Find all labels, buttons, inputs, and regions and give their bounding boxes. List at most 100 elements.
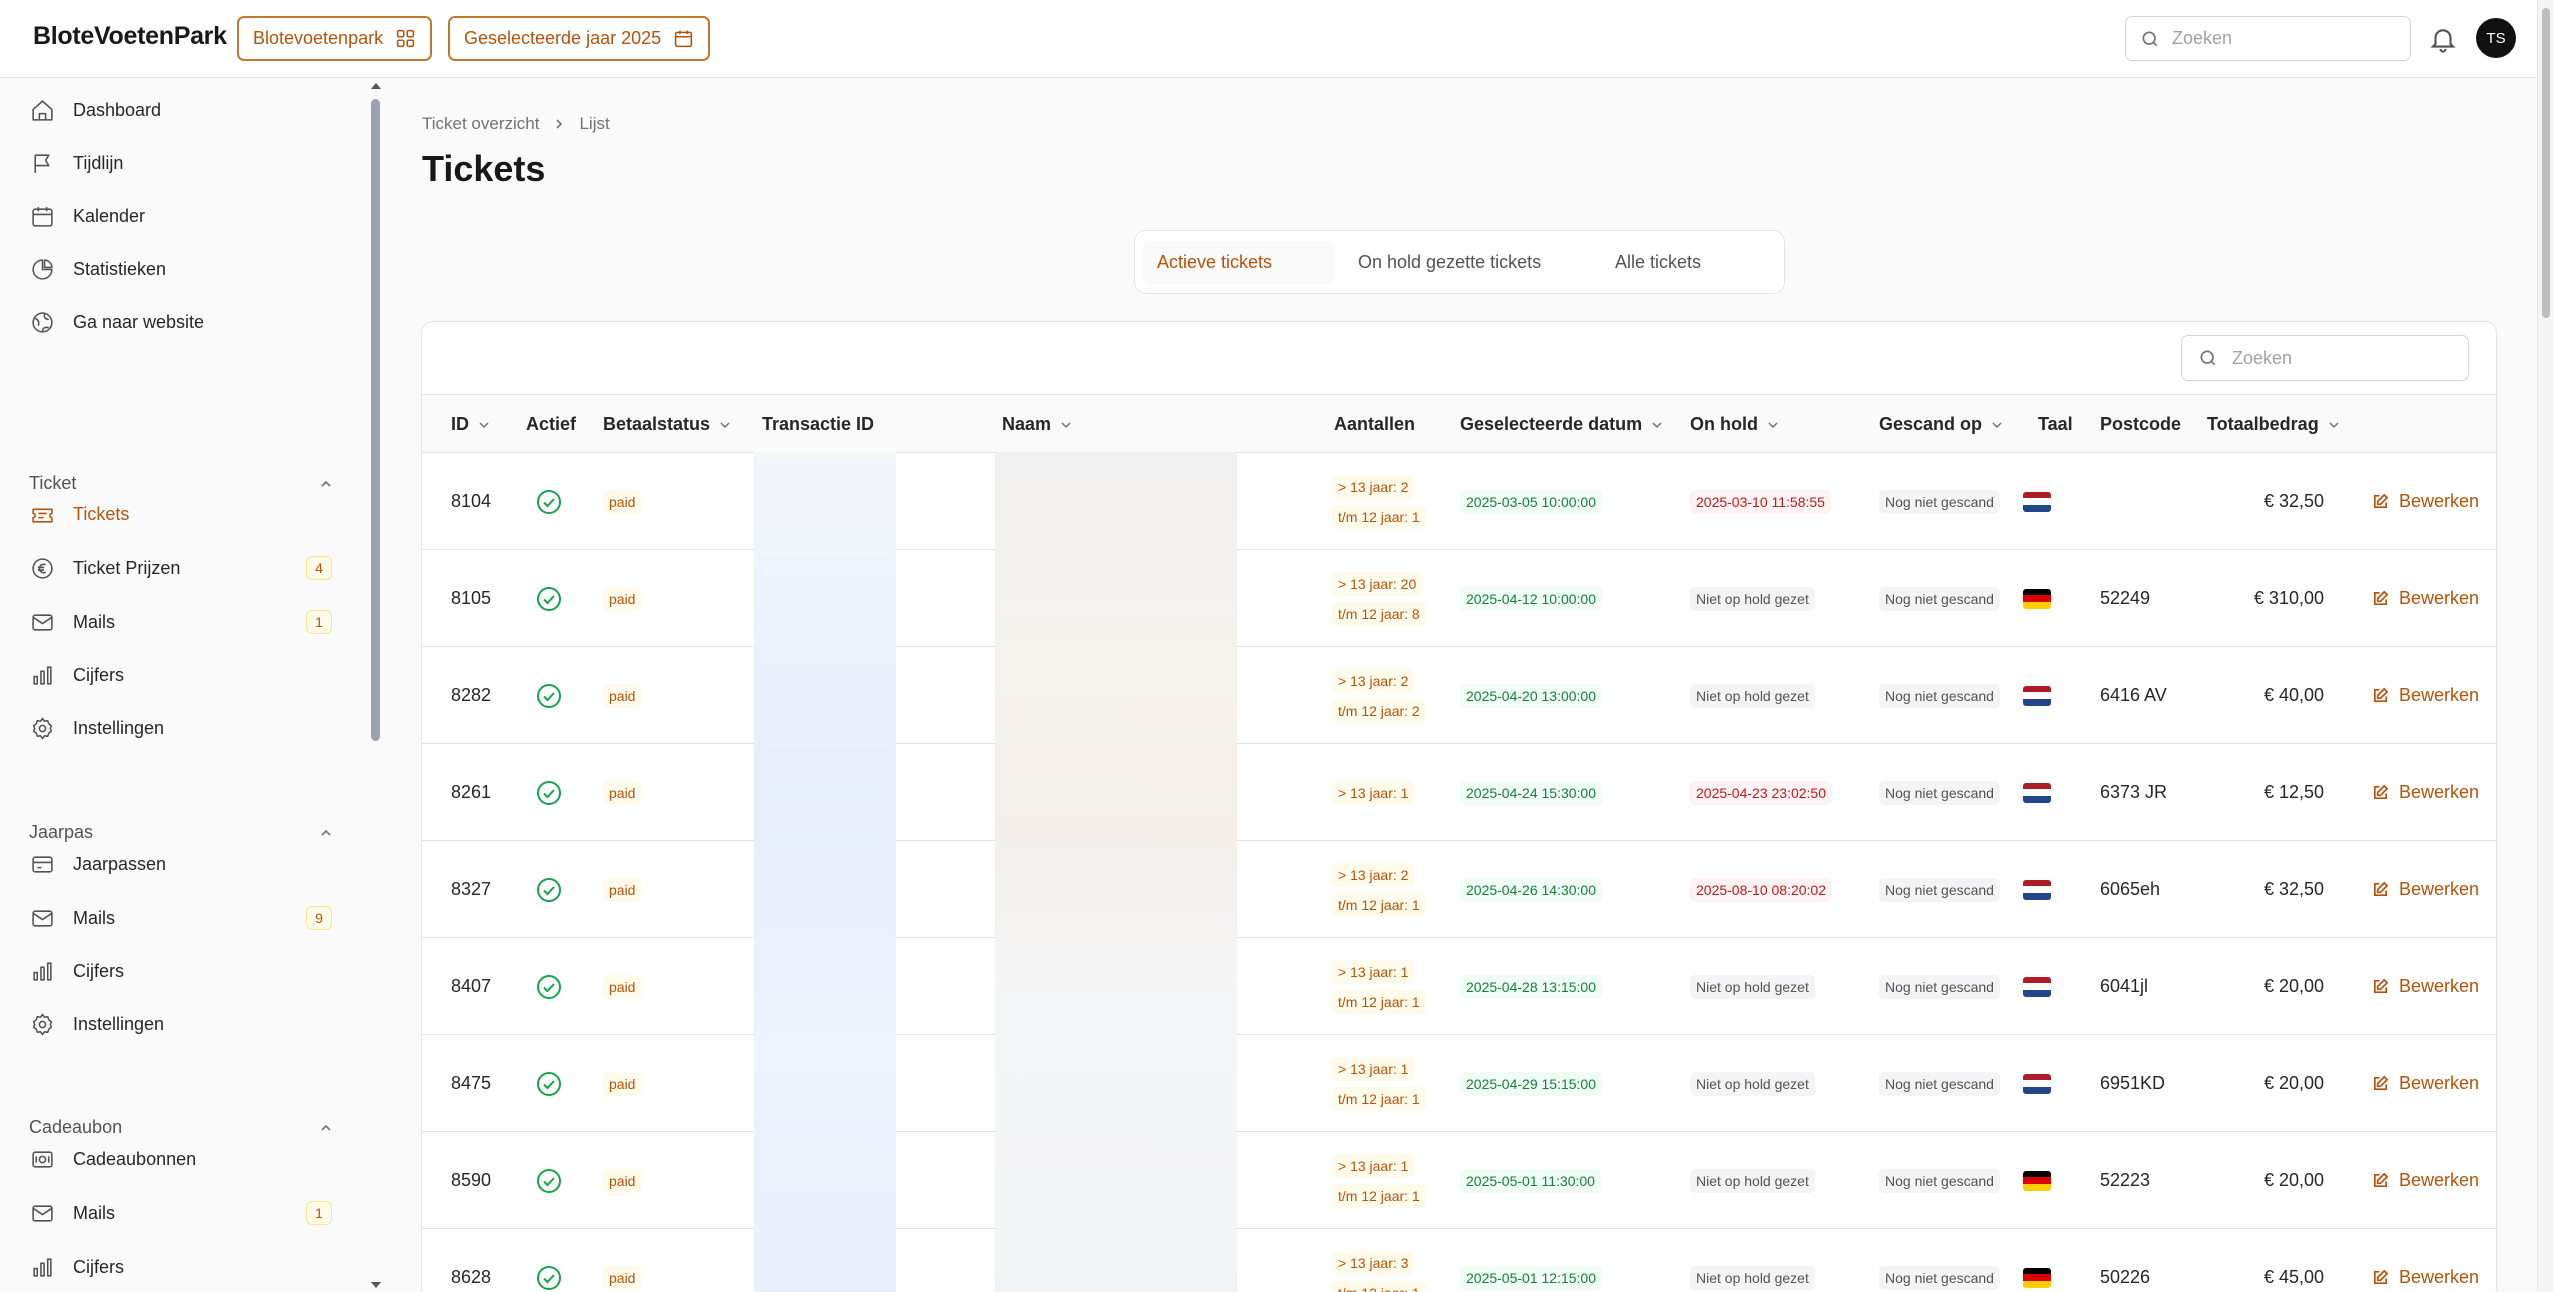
- tab-all-tickets[interactable]: Alle tickets: [1601, 241, 1741, 284]
- sidebar-item-label: Cijfers: [73, 1256, 125, 1277]
- sidebar-item-jaarpas-instellingen[interactable]: Instellingen: [28, 1002, 346, 1046]
- sidebar-item-statistieken[interactable]: Statistieken: [28, 247, 346, 291]
- count-badge: t/m 12 jaar: 1: [1332, 1086, 1426, 1111]
- table-row[interactable]: 8282 paid > 13 jaar: 2 t/m 12 jaar: 2 2025-0…: [422, 647, 2496, 744]
- sidebar-item-jaarpas-mails[interactable]: Mails 9: [28, 896, 346, 940]
- sidebar: Dashboard Tijdlijn Kalender Statistieken Ga …: [0, 79, 370, 1292]
- edit-button[interactable]: Bewerken: [2372, 1229, 2479, 1292]
- sidebar-item-jaarpas-jaarpassen[interactable]: Jaarpassen: [28, 842, 346, 886]
- table-row[interactable]: 8475 paid > 13 jaar: 1 t/m 12 jaar: 1 2025-0…: [422, 1035, 2496, 1132]
- edit-button[interactable]: Bewerken: [2372, 744, 2479, 841]
- sidebar-item-cadeaubon-mails[interactable]: Mails 1: [28, 1191, 346, 1235]
- column-header-gescand-op[interactable]: Gescand op: [1879, 395, 2004, 454]
- sidebar-item-cadeaubon-cijfers[interactable]: Cijfers: [28, 1245, 346, 1289]
- edit-icon: [2373, 1075, 2389, 1091]
- edit-icon: [2373, 784, 2389, 800]
- edit-button[interactable]: Bewerken: [2372, 1132, 2479, 1229]
- tab-on-hold-tickets[interactable]: On hold gezette tickets: [1344, 241, 1592, 284]
- window-scrollbar-thumb[interactable]: [2542, 8, 2550, 318]
- scroll-down-arrow-icon[interactable]: [371, 1282, 381, 1288]
- column-header-label: Betaalstatus: [603, 414, 711, 434]
- column-header-label: Aantallen: [1334, 414, 1416, 434]
- scanned-badge: Nog niet gescand: [1879, 974, 2000, 999]
- edit-button[interactable]: Bewerken: [2372, 841, 2479, 938]
- grid-icon: [396, 29, 415, 48]
- table-row[interactable]: 8105 paid > 13 jaar: 20 t/m 12 jaar: 8 2025-…: [422, 550, 2496, 647]
- count-badge: t/m 12 jaar: 1: [1332, 1280, 1426, 1292]
- table-search-input[interactable]: Zoeken: [2181, 335, 2469, 381]
- active-check-icon: [536, 1229, 562, 1292]
- column-header-geselecteerde-datum[interactable]: Geselecteerde datum: [1460, 395, 1664, 454]
- sidebar-item-cadeaubon-cadeaubonnen[interactable]: Cadeaubonnen: [28, 1137, 346, 1181]
- park-select-button[interactable]: Blotevoetenpark: [237, 16, 433, 61]
- sidebar-item-ticket-cijfers[interactable]: Cijfers: [28, 653, 346, 697]
- table-row[interactable]: 8628 paid > 13 jaar: 3 t/m 12 jaar: 1 2025-0…: [422, 1229, 2496, 1292]
- scroll-up-arrow-icon[interactable]: [371, 83, 381, 89]
- sidebar-section-cadeaubon[interactable]: Cadeaubon: [29, 1117, 334, 1138]
- global-search-input[interactable]: Zoeken: [2125, 16, 2411, 61]
- sidebar-item-label: Tickets: [73, 503, 130, 524]
- ticket-id: 8104: [451, 491, 492, 511]
- column-header-totaalbedrag[interactable]: Totaalbedrag: [2207, 395, 2341, 454]
- bell-icon[interactable]: [2428, 24, 2458, 54]
- sidebar-item-ticket-tickets[interactable]: Tickets: [28, 492, 346, 536]
- search-icon: [2142, 31, 2158, 46]
- on-hold-badge: 2025-08-10 08:20:02: [1690, 877, 1832, 902]
- breadcrumb: Ticket overzicht Lijst: [422, 114, 610, 134]
- breadcrumb-parent[interactable]: Ticket overzicht: [422, 114, 539, 134]
- column-header-label: ID: [451, 414, 469, 434]
- app-logo[interactable]: BloteVoetenPark: [33, 22, 227, 51]
- edit-button[interactable]: Bewerken: [2372, 1035, 2479, 1132]
- sidebar-scrollbar-thumb[interactable]: [371, 99, 380, 741]
- sidebar-scrollbar[interactable]: [368, 79, 384, 1292]
- total-amount: € 20,00: [2263, 1073, 2324, 1093]
- sidebar-item-label: Jaarpassen: [73, 853, 167, 874]
- table-row[interactable]: 8327 paid > 13 jaar: 2 t/m 12 jaar: 1 2025-0…: [422, 841, 2496, 938]
- edit-button[interactable]: Bewerken: [2372, 938, 2479, 1035]
- column-header-betaalstatus[interactable]: Betaalstatus: [603, 395, 732, 454]
- window-scrollbar[interactable]: [2537, 0, 2553, 1292]
- total-amount: € 12,50: [2263, 782, 2324, 802]
- card-icon: [32, 855, 53, 873]
- postcode: 52249: [2100, 588, 2151, 608]
- table-row[interactable]: 8104 paid > 13 jaar: 2 t/m 12 jaar: 1 2025-0…: [422, 453, 2496, 550]
- sidebar-item-kalender[interactable]: Kalender: [28, 194, 346, 238]
- table-row[interactable]: 8590 paid > 13 jaar: 1 t/m 12 jaar: 1 2025-0…: [422, 1132, 2496, 1229]
- ticket-id: 8282: [451, 685, 492, 705]
- globe-icon: [32, 311, 53, 333]
- tab-active-tickets[interactable]: Actieve tickets: [1143, 241, 1335, 284]
- sidebar-item-ticket-instellingen[interactable]: Instellingen: [28, 706, 346, 750]
- column-header-label: Totaalbedrag: [2207, 414, 2319, 434]
- sidebar-item-ga-naar-website[interactable]: Ga naar website: [28, 300, 346, 344]
- column-header-label: Postcode: [2100, 414, 2182, 434]
- chevron-down-icon: [1992, 421, 2002, 428]
- chevron-down-icon: [2329, 421, 2339, 428]
- edit-button[interactable]: Bewerken: [2372, 647, 2479, 744]
- avatar[interactable]: TS: [2476, 18, 2516, 58]
- sidebar-item-label: Instellingen: [73, 1013, 165, 1034]
- edit-button[interactable]: Bewerken: [2372, 550, 2479, 647]
- column-header-transactie-id: Transactie ID: [762, 395, 874, 454]
- selected-date-badge: 2025-04-28 13:15:00: [1460, 974, 1602, 999]
- chevron-up-icon: [321, 829, 331, 836]
- sidebar-section-ticket[interactable]: Ticket: [29, 473, 334, 494]
- chevron-up-icon: [321, 1124, 331, 1131]
- table-row[interactable]: 8261 paid > 13 jaar: 1 2025-04-24 15:30:00 2…: [422, 744, 2496, 841]
- edit-button[interactable]: Bewerken: [2372, 453, 2479, 550]
- sidebar-item-label: Cijfers: [73, 960, 125, 981]
- sidebar-item-jaarpas-cijfers[interactable]: Cijfers: [28, 949, 346, 993]
- table-row[interactable]: 8407 paid > 13 jaar: 1 t/m 12 jaar: 1 2025-0…: [422, 938, 2496, 1035]
- active-check-icon: [536, 550, 562, 647]
- year-select-button[interactable]: Geselecteerde jaar 2025: [448, 16, 711, 61]
- column-header-naam[interactable]: Naam: [1002, 395, 1073, 454]
- pie-chart-icon: [32, 258, 53, 280]
- sidebar-item-ticket-ticket-prijzen[interactable]: Ticket Prijzen 4: [28, 546, 346, 590]
- sidebar-item-ticket-mails[interactable]: Mails 1: [28, 600, 346, 644]
- edit-icon: [2373, 978, 2389, 994]
- column-header-on-hold[interactable]: On hold: [1690, 395, 1780, 454]
- sidebar-section-jaarpas[interactable]: Jaarpas: [29, 822, 334, 843]
- sidebar-item-tijdlijn[interactable]: Tijdlijn: [28, 141, 346, 185]
- column-header-id[interactable]: ID: [451, 395, 491, 454]
- sidebar-item-dashboard[interactable]: Dashboard: [28, 88, 346, 132]
- chevron-down-icon: [479, 421, 489, 428]
